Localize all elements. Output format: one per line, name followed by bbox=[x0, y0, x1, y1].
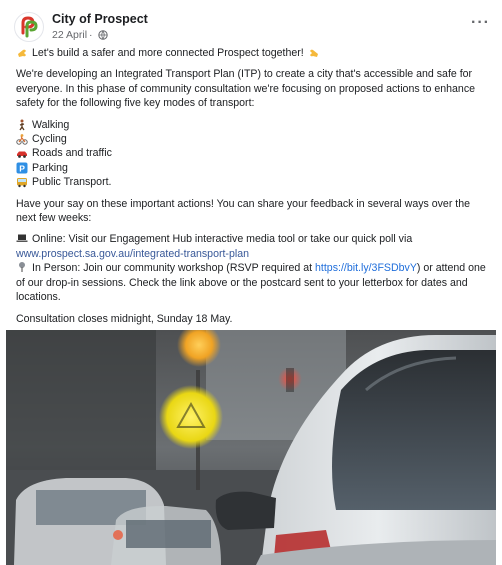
feedback-intro: Have your say on these important actions… bbox=[16, 197, 471, 225]
svg-text:P: P bbox=[19, 163, 25, 173]
pointing-hand-icon bbox=[309, 49, 318, 58]
globe-icon bbox=[97, 30, 108, 40]
facebook-post: City of Prospect 22 April · ··· Let's bu… bbox=[0, 0, 502, 565]
mode-item-public-transport: Public Transport. bbox=[16, 175, 492, 189]
in-person-prefix: In Person: Join our community workshop (… bbox=[32, 262, 313, 275]
headline: Let's build a safer and more connected P… bbox=[16, 46, 492, 60]
round-pushpin-icon bbox=[19, 262, 25, 273]
post-meta: 22 April · bbox=[52, 29, 108, 41]
page-name[interactable]: City of Prospect bbox=[52, 12, 148, 26]
online-link[interactable]: www.prospect.sa.gov.au/integrated-transp… bbox=[16, 248, 249, 260]
online-option: Online: Visit our Engagement Hub interac… bbox=[16, 232, 492, 261]
rsvp-link[interactable]: https://bit.ly/3FSDbvY bbox=[315, 262, 417, 274]
mode-label: Roads and traffic bbox=[32, 147, 112, 160]
more-options-button[interactable]: ··· bbox=[471, 14, 490, 32]
walking-icon bbox=[19, 119, 25, 131]
in-person-option: In Person: Join our community workshop (… bbox=[16, 261, 492, 304]
post-header: City of Prospect 22 April · ··· bbox=[14, 10, 494, 44]
pointing-hand-icon bbox=[18, 49, 26, 58]
laptop-icon bbox=[16, 234, 28, 243]
mode-item-cycling: Cycling bbox=[16, 132, 492, 146]
mode-label: Walking bbox=[32, 118, 70, 131]
car-icon bbox=[17, 151, 27, 158]
post-date[interactable]: 22 April bbox=[52, 29, 87, 41]
mode-label: Parking bbox=[32, 161, 68, 174]
intro-paragraph: We're developing an Integrated Transport… bbox=[16, 68, 476, 110]
headline-text: Let's build a safer and more connected P… bbox=[32, 47, 304, 59]
closing-text: Consultation closes midnight, Sunday 18 … bbox=[16, 312, 233, 325]
parking-icon: P bbox=[16, 162, 28, 174]
online-text: Online: Visit our Engagement Hub interac… bbox=[32, 233, 413, 246]
post-image[interactable] bbox=[6, 330, 496, 565]
mode-item-roads: Roads and traffic bbox=[16, 146, 492, 160]
post-body: Let's build a safer and more connected P… bbox=[16, 46, 492, 326]
city-of-prospect-logo-icon[interactable] bbox=[14, 12, 44, 42]
mode-label: Cycling bbox=[32, 133, 67, 146]
mode-item-parking: P Parking bbox=[16, 161, 492, 175]
bus-icon bbox=[17, 178, 27, 188]
mode-item-walking: Walking bbox=[16, 118, 492, 132]
meta-separator: · bbox=[89, 29, 93, 41]
mode-label: Public Transport. bbox=[32, 176, 112, 189]
cycling-icon bbox=[16, 134, 28, 145]
